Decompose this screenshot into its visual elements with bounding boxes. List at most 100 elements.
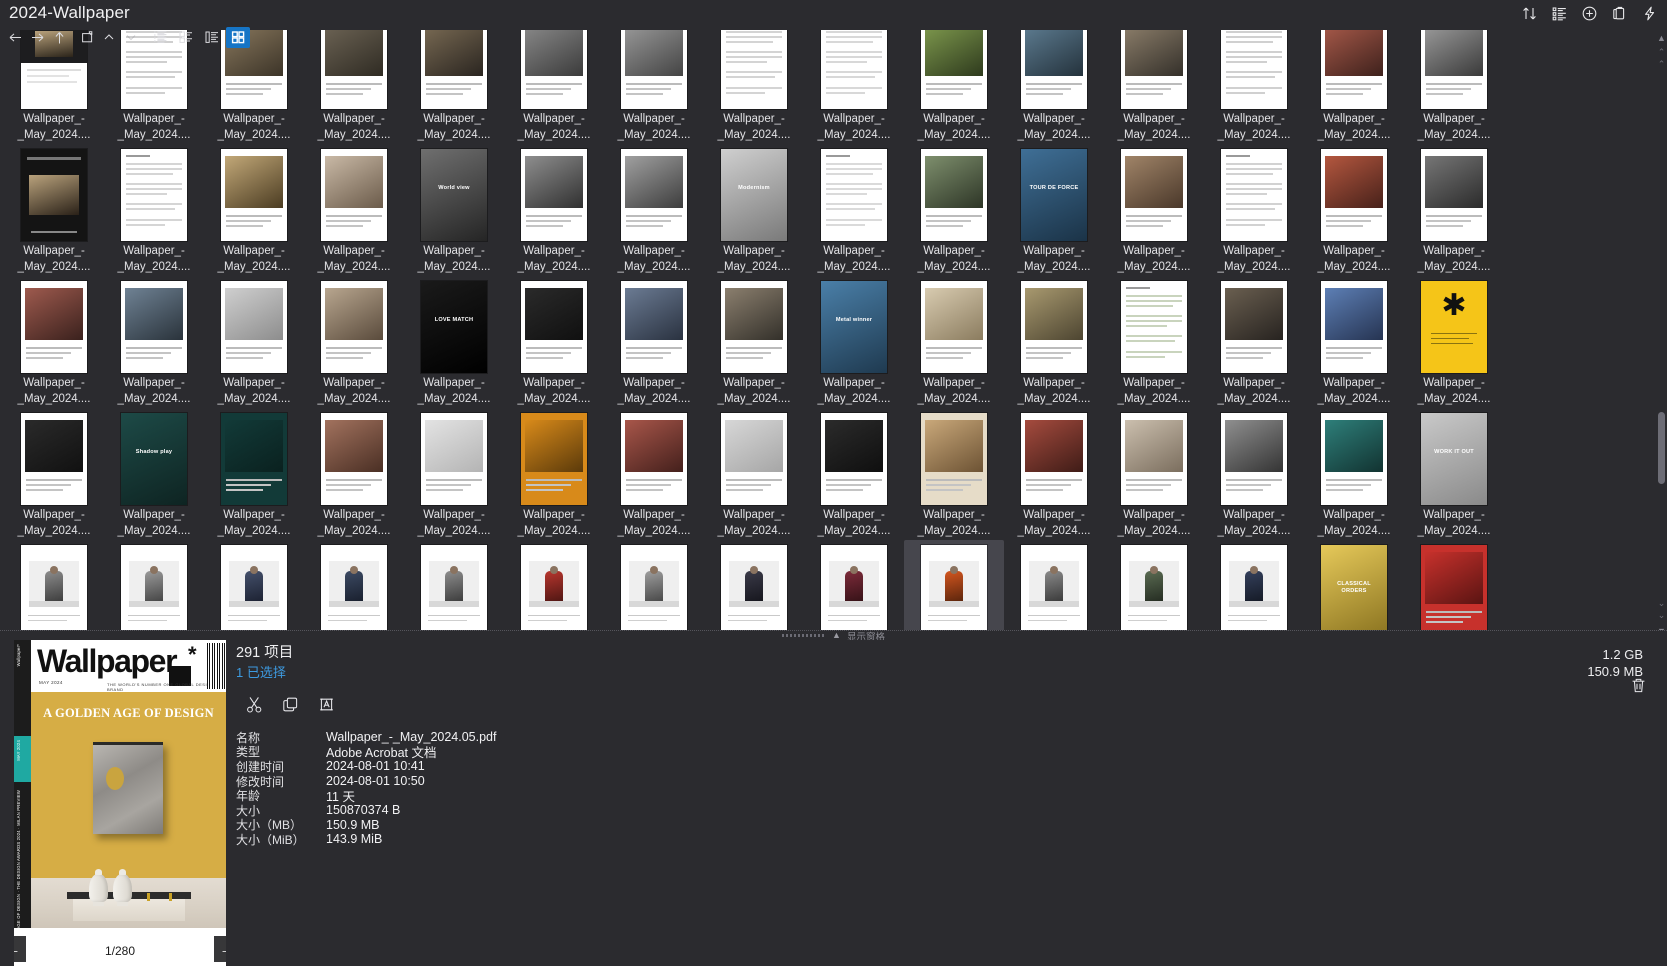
file-item[interactable]: Wallpaper_-_May_2024.... — [704, 276, 804, 408]
file-item[interactable]: Wallpaper_-_May_2024.... — [1204, 144, 1304, 276]
property-row: 类型Adobe Acrobat 文档 — [236, 745, 1136, 760]
file-item[interactable]: Wallpaper_-_May_2024.... — [4, 408, 104, 540]
file-item[interactable]: Shadow playWallpaper_-_May_2024.... — [104, 408, 204, 540]
file-item[interactable]: Wallpaper_-_May_2024.... — [304, 408, 404, 540]
file-item[interactable]: WORK IT OUTWallpaper_-_May_2024.... — [1404, 408, 1504, 540]
clipboard-icon[interactable] — [1605, 1, 1633, 25]
history-prev-icon[interactable] — [98, 27, 120, 48]
file-item[interactable]: Wallpaper_-_May_2024.... — [4, 276, 104, 408]
file-item[interactable]: TOUR DE FORCEWallpaper_-_May_2024.... — [1004, 144, 1104, 276]
file-item[interactable]: Wallpaper_-_May_2024.... — [904, 408, 1004, 540]
file-item[interactable]: Wallpaper_-_May_2024.... — [4, 540, 104, 638]
file-item[interactable]: Wallpaper_-_May_2024.... — [304, 144, 404, 276]
file-label-line1: Wallpaper_- — [204, 112, 304, 128]
page-thumbnail: Shadow play — [121, 413, 187, 505]
file-item[interactable]: Wallpaper_-_May_2024.... — [904, 144, 1004, 276]
file-item[interactable]: Wallpaper_-_May_2024.... — [804, 144, 904, 276]
view-small-icons[interactable] — [174, 27, 198, 48]
file-label-line1: Wallpaper_- — [1304, 112, 1404, 128]
vertical-scrollbar[interactable]: ▲ ⌃ ⌃ ⌄ ⌄ ▼ — [1656, 30, 1667, 638]
file-item[interactable]: Wallpaper_-_May_2024.... — [1104, 276, 1204, 408]
details-list-icon[interactable] — [1545, 1, 1573, 25]
file-item[interactable]: CLASSICAL ORDERSWallpaper_-_May_2024.... — [1304, 540, 1404, 638]
file-item[interactable]: Wallpaper_-_May_2024.... — [1204, 408, 1304, 540]
file-item[interactable]: Wallpaper_-_May_2024.... — [604, 276, 704, 408]
file-item[interactable]: Wallpaper_-_May_2024.... — [504, 540, 604, 638]
file-item[interactable]: Wallpaper_-_May_2024.... — [1104, 540, 1204, 638]
file-item[interactable]: Wallpaper_-_May_2024.... — [1404, 540, 1504, 638]
file-item-selected[interactable]: Wallpaper_-_May_2024.... — [904, 540, 1004, 638]
up-button[interactable] — [48, 27, 70, 48]
file-item[interactable]: Wallpaper_-_May_2024.... — [1304, 276, 1404, 408]
file-item[interactable]: Wallpaper_-_May_2024.... — [1204, 540, 1304, 638]
file-item[interactable]: Wallpaper_-_May_2024.... — [504, 408, 604, 540]
file-label-line2: _May_2024.... — [204, 260, 304, 276]
file-item[interactable]: ModernismWallpaper_-_May_2024.... — [704, 144, 804, 276]
file-item[interactable]: Wallpaper_-_May_2024.... — [804, 540, 904, 638]
file-item[interactable]: Wallpaper_-_May_2024.... — [204, 144, 304, 276]
file-item[interactable]: Wallpaper_-_May_2024.... — [1104, 144, 1204, 276]
file-item[interactable]: Wallpaper_-_May_2024.... — [1004, 540, 1104, 638]
file-item[interactable]: ✱Wallpaper_-_May_2024.... — [1404, 276, 1504, 408]
file-grid-area[interactable]: Wallpaper_-_May_2024....Wallpaper_-_May_… — [0, 30, 1657, 638]
file-item[interactable]: Wallpaper_-_May_2024.... — [704, 540, 804, 638]
copy-icon[interactable] — [276, 691, 304, 717]
file-label-line1: Wallpaper_- — [4, 112, 104, 128]
cut-icon[interactable] — [240, 691, 268, 717]
file-item[interactable]: Wallpaper_-_May_2024.... — [504, 276, 604, 408]
file-item[interactable]: Metal winnerWallpaper_-_May_2024.... — [804, 276, 904, 408]
lightning-icon[interactable] — [1635, 1, 1663, 25]
back-button[interactable] — [4, 27, 26, 48]
file-item[interactable]: Wallpaper_-_May_2024.... — [104, 540, 204, 638]
file-item[interactable]: Wallpaper_-_May_2024.... — [604, 540, 704, 638]
file-item[interactable]: Wallpaper_-_May_2024.... — [104, 276, 204, 408]
file-label-line2: _May_2024.... — [1004, 260, 1104, 276]
new-window-icon[interactable] — [76, 27, 98, 48]
forward-button[interactable] — [26, 27, 48, 48]
history-next-icon[interactable] — [120, 27, 142, 48]
file-item[interactable]: Wallpaper_-_May_2024.... — [304, 276, 404, 408]
file-label-line2: _May_2024.... — [604, 392, 704, 408]
file-item[interactable]: Wallpaper_-_May_2024.... — [704, 408, 804, 540]
view-thumbnails[interactable] — [226, 27, 250, 48]
chevron-up-icon[interactable]: ▲ — [832, 631, 841, 640]
preview-next-button[interactable]: → — [214, 936, 226, 962]
file-label-line2: _May_2024.... — [404, 128, 504, 144]
selected-count[interactable]: 1 已选择 — [236, 663, 1136, 682]
file-item[interactable]: Wallpaper_-_May_2024.... — [204, 540, 304, 638]
file-item[interactable]: Wallpaper_-_May_2024.... — [404, 540, 504, 638]
page-thumbnail — [1021, 281, 1087, 373]
file-item[interactable]: Wallpaper_-_May_2024.... — [1304, 408, 1404, 540]
add-circle-icon[interactable] — [1575, 1, 1603, 25]
file-item[interactable]: Wallpaper_-_May_2024.... — [1004, 408, 1104, 540]
file-item[interactable]: Wallpaper_-_May_2024.... — [904, 276, 1004, 408]
splitter-grip[interactable] — [782, 634, 826, 637]
file-item[interactable]: Wallpaper_-_May_2024.... — [1204, 276, 1304, 408]
view-detail[interactable] — [200, 27, 224, 48]
file-item[interactable]: Wallpaper_-_May_2024.... — [804, 408, 904, 540]
file-item[interactable]: Wallpaper_-_May_2024.... — [604, 144, 704, 276]
preview-prev-button[interactable]: ← — [14, 936, 26, 962]
pane-splitter[interactable]: ▲ 显示窗格 — [0, 630, 1667, 640]
file-item[interactable]: Wallpaper_-_May_2024.... — [204, 276, 304, 408]
file-item[interactable]: Wallpaper_-_May_2024.... — [204, 408, 304, 540]
sort-icon[interactable] — [1515, 1, 1543, 25]
file-item[interactable]: World viewWallpaper_-_May_2024.... — [404, 144, 504, 276]
file-item[interactable]: Wallpaper_-_May_2024.... — [504, 144, 604, 276]
file-item[interactable]: Wallpaper_-_May_2024.... — [404, 408, 504, 540]
view-list[interactable] — [148, 27, 172, 48]
file-item[interactable]: Wallpaper_-_May_2024.... — [1104, 408, 1204, 540]
trash-icon[interactable] — [1625, 672, 1651, 698]
thumbnail-wrap — [104, 278, 204, 376]
file-item[interactable]: Wallpaper_-_May_2024.... — [604, 408, 704, 540]
file-item[interactable]: Wallpaper_-_May_2024.... — [304, 540, 404, 638]
file-item[interactable]: Wallpaper_-_May_2024.... — [1304, 144, 1404, 276]
file-item[interactable]: Wallpaper_-_May_2024.... — [4, 144, 104, 276]
file-item[interactable]: Wallpaper_-_May_2024.... — [1004, 276, 1104, 408]
file-item[interactable]: LOVE MATCHWallpaper_-_May_2024.... — [404, 276, 504, 408]
scroll-thumb[interactable] — [1658, 412, 1665, 484]
file-item[interactable]: Wallpaper_-_May_2024.... — [104, 144, 204, 276]
document-preview[interactable]: Wallpaper* MAY 2024 A GOLDEN AGE OF DESI… — [14, 640, 226, 966]
file-item[interactable]: Wallpaper_-_May_2024.... — [1404, 144, 1504, 276]
rename-icon[interactable] — [312, 691, 340, 717]
